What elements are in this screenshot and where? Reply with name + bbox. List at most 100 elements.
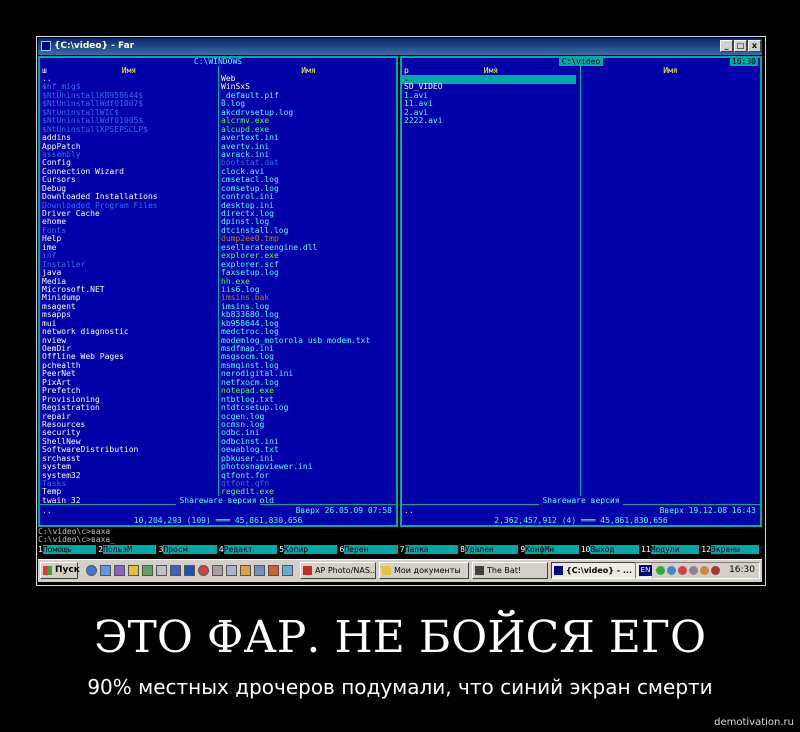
file-entry[interactable]: Prefetch — [42, 387, 218, 395]
file-entry[interactable]: msapps — [42, 311, 218, 319]
tray-icon[interactable] — [678, 566, 687, 575]
file-entry[interactable]: Help — [42, 235, 218, 243]
file-entry[interactable]: security — [42, 429, 218, 437]
file-entry[interactable]: dpinst.log — [221, 218, 396, 226]
file-entry[interactable]: Offline Web Pages — [42, 353, 218, 361]
tray-icon[interactable] — [711, 566, 720, 575]
file-entry[interactable]: .. — [404, 75, 580, 83]
file-entry[interactable]: 11.avi — [404, 100, 580, 108]
file-entry[interactable]: clock.avi — [221, 168, 396, 176]
app2-icon[interactable] — [240, 565, 251, 576]
file-entry[interactable]: kb833680.log — [221, 311, 396, 319]
file-entry[interactable]: qtfont.for — [221, 472, 396, 480]
file-entry[interactable]: imsins.bak — [221, 294, 396, 302]
start-button[interactable]: Пуск — [40, 562, 80, 579]
file-entry[interactable]: explorer.scf — [221, 261, 396, 269]
ie-icon[interactable] — [86, 565, 97, 576]
fkey-2[interactable]: 2ПользМ — [98, 545, 157, 554]
right-file-panel[interactable]: C:\video 16:30 Имя р .. SD_VIDEO 1.avi 11.a… — [400, 56, 762, 527]
file-entry[interactable]: odbc.ini — [221, 429, 396, 437]
file-entry[interactable]: network diagnostic — [42, 328, 218, 336]
close-button[interactable]: x — [748, 40, 761, 52]
file-entry[interactable]: msdfmap.ini — [221, 345, 396, 353]
maximize-button[interactable]: □ — [734, 40, 747, 52]
file-entry[interactable]: ocgen.log — [221, 413, 396, 421]
file-entry[interactable]: Web — [221, 75, 396, 83]
tool-icon[interactable] — [212, 565, 223, 576]
file-entry[interactable]: modemlog_motorola usb modem.txt — [221, 337, 396, 345]
file-entry[interactable]: ShellNew — [42, 438, 218, 446]
file-entry[interactable]: addins — [42, 134, 218, 142]
file-entry[interactable]: ntbtlog.txt — [221, 396, 396, 404]
file-entry[interactable]: hh.exe — [221, 278, 396, 286]
file-entry[interactable]: Driver Cache — [42, 210, 218, 218]
media-icon[interactable] — [114, 565, 125, 576]
file-entry[interactable]: directx.log — [221, 210, 396, 218]
fkey-12[interactable]: 12Экраны — [701, 545, 760, 554]
fkey-5[interactable]: 5Копир — [279, 545, 338, 554]
file-entry[interactable]: SD_VIDEO — [404, 83, 580, 91]
file-entry[interactable]: ime — [42, 244, 218, 252]
file-entry[interactable]: nview — [42, 337, 218, 345]
file-entry[interactable]: Minidump — [42, 294, 218, 302]
file-entry[interactable]: nerodigital.ini — [221, 370, 396, 378]
app-icon[interactable] — [226, 565, 237, 576]
file-entry[interactable]: dtcinstall.log — [221, 227, 396, 235]
file-entry[interactable]: 2222.avi — [404, 117, 580, 125]
file-entry[interactable]: imsins.log — [221, 303, 396, 311]
title-bar[interactable]: {C:\video} - Far _ □ x — [38, 38, 762, 55]
file-entry[interactable]: Connection Wizard — [42, 168, 218, 176]
edit-icon[interactable] — [142, 565, 153, 576]
fkey-10[interactable]: 10Выход — [580, 545, 639, 554]
file-entry[interactable]: mui — [42, 320, 218, 328]
file-entry[interactable]: iis6.log — [221, 286, 396, 294]
file-entry[interactable]: $NtUninstallWdf01007$ — [42, 100, 218, 108]
file-entry[interactable]: medctroc.log — [221, 328, 396, 336]
file-entry[interactable]: Config — [42, 159, 218, 167]
app5-icon[interactable] — [282, 565, 293, 576]
file-entry[interactable]: srchasst — [42, 455, 218, 463]
file-entry[interactable]: _default.pif — [221, 92, 396, 100]
minimize-button[interactable]: _ — [720, 40, 733, 52]
file-entry[interactable]: SoftwareDistribution — [42, 446, 218, 454]
file-entry[interactable]: explorer.exe — [221, 252, 396, 260]
folder-icon[interactable] — [128, 565, 139, 576]
tray-icon[interactable] — [667, 566, 676, 575]
file-entry[interactable]: assembly — [42, 151, 218, 159]
file-entry[interactable]: Cursors — [42, 176, 218, 184]
file-entry[interactable]: msagent — [42, 303, 218, 311]
file-entry[interactable]: $NtUninstallXPSEPSCLP$ — [42, 126, 218, 134]
file-entry[interactable]: cmsetacl.log — [221, 176, 396, 184]
file-entry[interactable]: 1.avi — [404, 92, 580, 100]
file-entry[interactable]: $hf_mig$ — [42, 83, 218, 91]
command-line[interactable]: C:\video\c>ваха C:\video\c>ваха_ — [38, 528, 762, 544]
file-entry[interactable]: avrack.ini — [221, 151, 396, 159]
fkey-11[interactable]: 11Модули — [641, 545, 699, 554]
file-entry[interactable]: netfxocm.log — [221, 379, 396, 387]
file-entry[interactable]: Resources — [42, 421, 218, 429]
file-entry[interactable]: akcdrvsetup.log — [221, 109, 396, 117]
file-entry[interactable]: ntdtcsetup.log — [221, 404, 396, 412]
file-entry[interactable]: faxsetup.log — [221, 269, 396, 277]
site-watermark[interactable]: demotivation.ru — [714, 717, 794, 728]
file-entry[interactable]: .. — [42, 75, 218, 83]
file-entry[interactable]: ehome — [42, 218, 218, 226]
tray-icon[interactable] — [656, 566, 665, 575]
fkey-1[interactable]: 1Помощь — [38, 545, 97, 554]
file-entry[interactable]: system32 — [42, 472, 218, 480]
language-indicator[interactable]: EN — [639, 565, 652, 576]
app4-icon[interactable] — [268, 565, 279, 576]
fkey-4[interactable]: 4Редакт — [218, 545, 278, 554]
file-entry[interactable]: 0.log — [221, 100, 396, 108]
file-entry[interactable]: PixArt — [42, 379, 218, 387]
file-entry[interactable]: java — [42, 269, 218, 277]
file-entry[interactable]: Debug — [42, 185, 218, 193]
file-entry[interactable]: Installer — [42, 261, 218, 269]
file-entry[interactable]: alcupd.exe — [221, 126, 396, 134]
file-entry[interactable]: inf — [42, 252, 218, 260]
file-entry[interactable]: Registration — [42, 404, 218, 412]
left-file-panel[interactable]: C:\WINDOWS Имя ш .. $hf_mig$ $NtUninstallK… — [38, 56, 398, 527]
file-entry[interactable]: AppPatch — [42, 143, 218, 151]
file-entry[interactable]: esellerateengine.dll — [221, 244, 396, 252]
file-entry[interactable]: oewablog.txt — [221, 446, 396, 454]
